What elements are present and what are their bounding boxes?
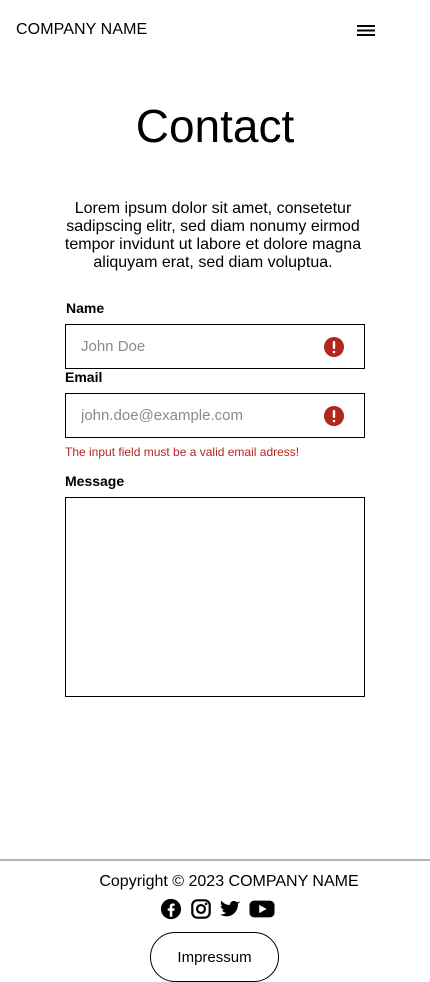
company-name-logo[interactable]: COMPANY NAME bbox=[16, 20, 147, 40]
message-label: Message bbox=[65, 473, 125, 489]
page-title: Contact bbox=[135, 100, 295, 152]
twitter-icon[interactable] bbox=[219, 898, 241, 920]
youtube-icon[interactable] bbox=[249, 898, 275, 920]
error-icon bbox=[324, 337, 344, 357]
name-label: Name bbox=[66, 300, 105, 316]
social-links bbox=[160, 898, 280, 922]
message-field bbox=[65, 497, 365, 697]
instagram-icon[interactable] bbox=[190, 898, 212, 920]
site-header: COMPANY NAME bbox=[0, 0, 430, 60]
name-input[interactable] bbox=[81, 325, 311, 368]
name-field bbox=[65, 324, 365, 369]
contact-page: COMPANY NAME Contact Lorem ipsum dolor s… bbox=[0, 0, 430, 982]
email-input[interactable] bbox=[81, 394, 311, 437]
email-field bbox=[65, 393, 365, 438]
facebook-icon[interactable] bbox=[160, 898, 182, 920]
email-label: Email bbox=[65, 369, 103, 385]
intro-text: Lorem ipsum dolor sit amet, consetetur s… bbox=[64, 200, 362, 271]
copyright-text: Copyright © 2023 COMPANY NAME bbox=[99, 873, 359, 890]
error-icon bbox=[324, 406, 344, 426]
impressum-button[interactable]: Impressum bbox=[150, 932, 279, 982]
hamburger-menu-icon[interactable] bbox=[355, 22, 377, 38]
footer-divider bbox=[0, 859, 430, 861]
message-textarea[interactable] bbox=[66, 498, 364, 696]
email-error-message: The input field must be a valid email ad… bbox=[65, 445, 300, 459]
